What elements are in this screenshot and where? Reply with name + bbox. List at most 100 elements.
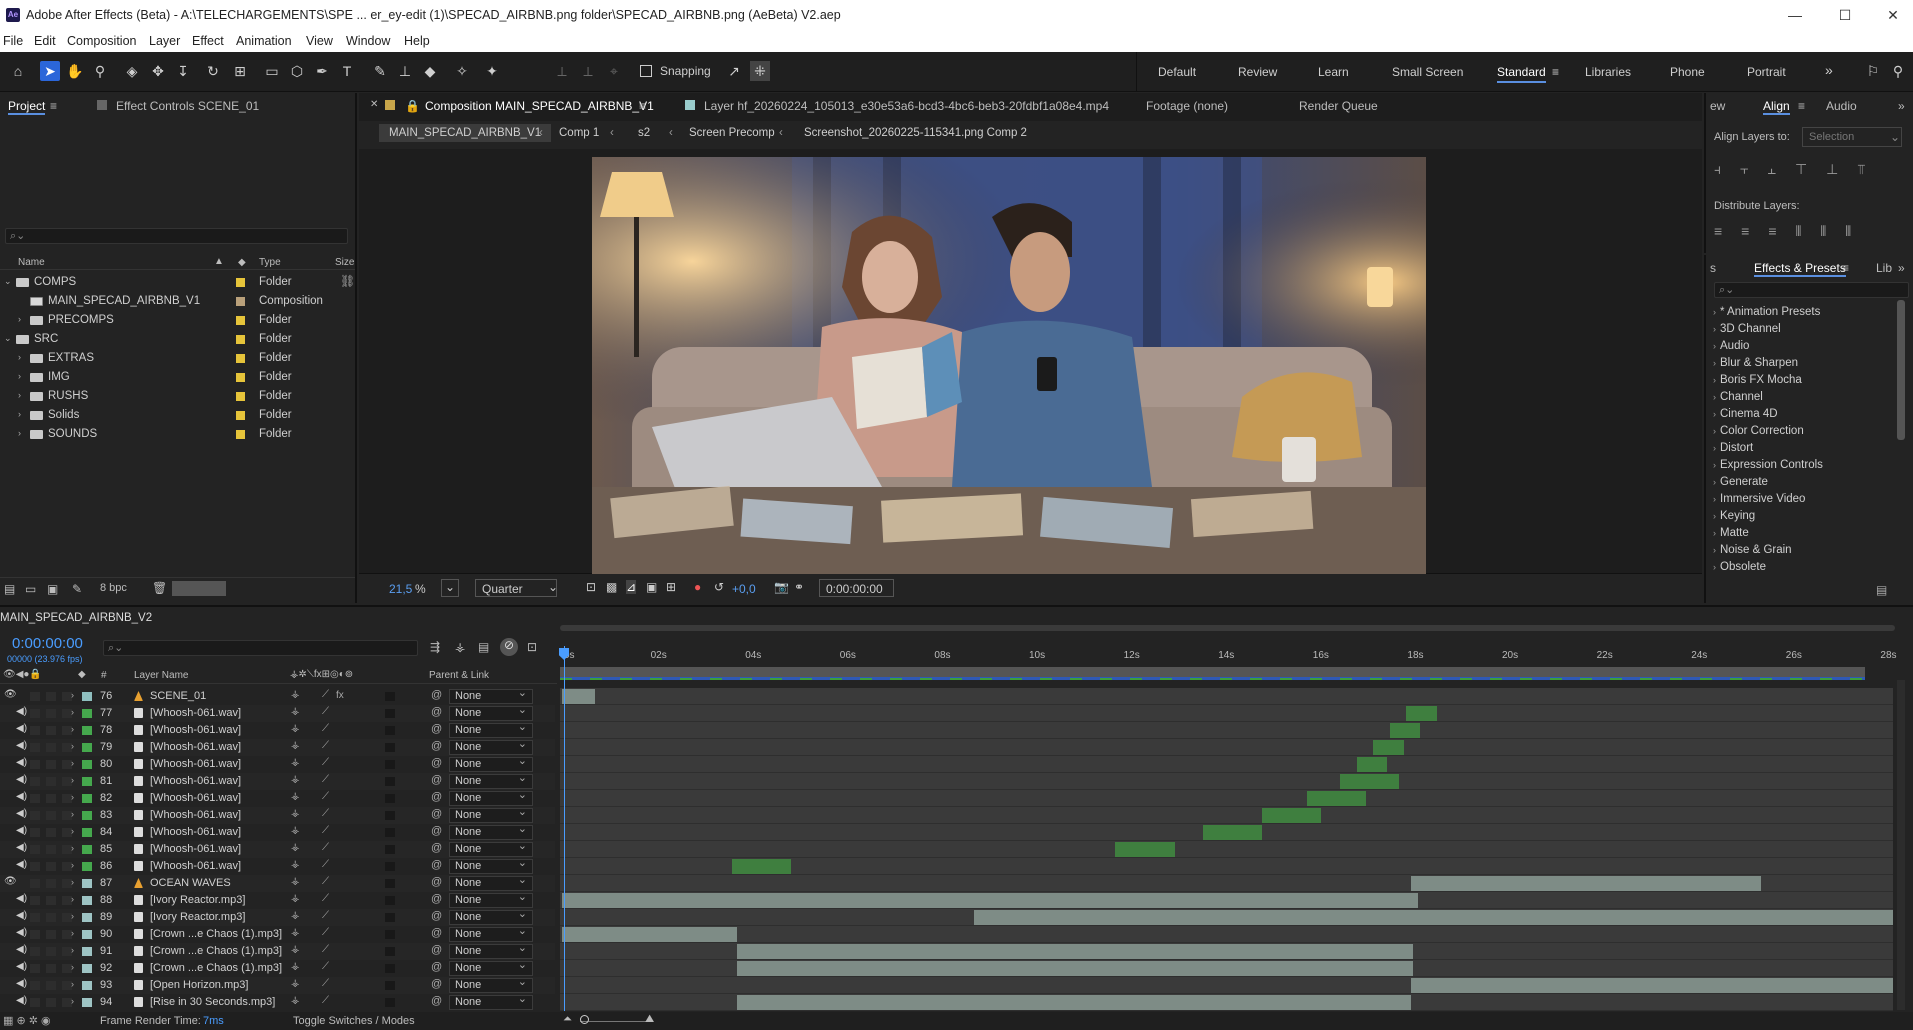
workspace-small-screen[interactable]: Small Screen bbox=[1392, 65, 1463, 79]
quality-switch-icon[interactable]: ⟋ bbox=[322, 774, 329, 785]
layer-name[interactable]: [Ivory Reactor.mp3] bbox=[150, 911, 245, 923]
pick-whip-icon[interactable]: @ bbox=[431, 859, 442, 871]
pick-whip-icon[interactable]: @ bbox=[431, 808, 442, 820]
collapsed-arrow-icon[interactable]: › bbox=[18, 409, 21, 419]
parent-select[interactable]: None bbox=[449, 908, 533, 925]
expanded-arrow-icon[interactable]: ⌄ bbox=[4, 276, 12, 287]
layer-expand-arrow-icon[interactable]: › bbox=[71, 775, 74, 785]
zoom-value[interactable]: 21,5 bbox=[389, 582, 412, 596]
label-color-swatch[interactable] bbox=[236, 354, 245, 363]
fx-switch[interactable]: fx bbox=[336, 690, 344, 701]
layer-switch[interactable] bbox=[30, 862, 40, 871]
col-layer-name[interactable]: Layer Name bbox=[134, 670, 188, 681]
project-item[interactable]: › RUSHS Folder bbox=[0, 387, 355, 406]
pick-whip-icon[interactable]: @ bbox=[431, 961, 442, 973]
layer-duration-bar[interactable] bbox=[1411, 978, 1893, 993]
tab-footage[interactable]: Footage (none) bbox=[1146, 99, 1228, 113]
layer-label-color[interactable] bbox=[82, 930, 92, 939]
comp-mini-flowchart-icon[interactable]: ⇶ bbox=[430, 640, 440, 654]
shy-switch-icon[interactable]: ⚶ bbox=[291, 876, 300, 887]
pick-whip-icon[interactable]: @ bbox=[431, 706, 442, 718]
parent-select[interactable]: None bbox=[449, 942, 533, 959]
layer-duration-bar[interactable] bbox=[1373, 740, 1404, 755]
layer-switch[interactable] bbox=[46, 998, 56, 1007]
visibility-eye-icon[interactable]: 👁 bbox=[4, 876, 17, 887]
tab-partial-2[interactable]: s bbox=[1710, 261, 1716, 275]
label-color-swatch[interactable] bbox=[236, 316, 245, 325]
zoom-in-icon[interactable]: ⛰ bbox=[645, 1013, 654, 1026]
trash-icon[interactable]: 🗑 bbox=[152, 581, 167, 595]
workspace-menu-icon[interactable]: ≡ bbox=[1552, 65, 1559, 79]
layer-switch[interactable] bbox=[30, 930, 40, 939]
shy-switch-icon[interactable]: ⚶ bbox=[291, 893, 300, 904]
workspace-review[interactable]: Review bbox=[1238, 65, 1277, 79]
layer-duration-bar[interactable] bbox=[562, 927, 737, 942]
layer-row[interactable]: 👁 › 76 SCENE_01 ⚶ ⟋ fx @ None bbox=[0, 687, 555, 705]
shy-switch-icon[interactable]: ⚶ bbox=[291, 808, 300, 819]
breadcrumb-comp1[interactable]: Comp 1 bbox=[559, 127, 599, 139]
layer-switch[interactable] bbox=[46, 726, 56, 735]
visibility-eye-icon[interactable]: 👁 bbox=[4, 689, 17, 700]
layer-duration-bar[interactable] bbox=[1411, 876, 1762, 891]
layer-track[interactable] bbox=[560, 773, 1893, 790]
resolution-select[interactable]: Quarter bbox=[475, 579, 557, 597]
layer-switch[interactable] bbox=[46, 811, 56, 820]
layer-switch[interactable] bbox=[46, 862, 56, 871]
layer-duration-bar[interactable] bbox=[737, 944, 1414, 959]
layer-track[interactable] bbox=[560, 977, 1893, 994]
quality-switch-icon[interactable]: ⟋ bbox=[322, 740, 329, 751]
layer-name[interactable]: SCENE_01 bbox=[150, 690, 206, 702]
project-item[interactable]: › IMG Folder bbox=[0, 368, 355, 387]
timeline-scrollbar[interactable] bbox=[1897, 680, 1905, 1010]
collapsed-arrow-icon[interactable]: › bbox=[18, 352, 21, 362]
audio-toggle-icon[interactable]: ◀) bbox=[16, 961, 27, 972]
audio-toggle-icon[interactable]: ◀) bbox=[16, 893, 27, 904]
quality-switch-icon[interactable]: ⟋ bbox=[322, 723, 329, 734]
axis-world-icon[interactable]: ⟂ bbox=[578, 61, 598, 81]
pick-whip-icon[interactable]: @ bbox=[431, 757, 442, 769]
layer-expand-arrow-icon[interactable]: › bbox=[71, 741, 74, 751]
layer-expand-arrow-icon[interactable]: › bbox=[71, 877, 74, 887]
pick-whip-icon[interactable]: @ bbox=[431, 774, 442, 786]
panel-more-icon[interactable]: » bbox=[1898, 99, 1905, 113]
effects-category[interactable]: › Expression Controls bbox=[1713, 459, 1823, 471]
audio-toggle-icon[interactable]: ◀) bbox=[16, 723, 27, 734]
layer-duration-bar[interactable] bbox=[562, 689, 595, 704]
layer-label-color[interactable] bbox=[82, 896, 92, 905]
project-item[interactable]: › SOUNDS Folder bbox=[0, 425, 355, 444]
layer-expand-arrow-icon[interactable]: › bbox=[71, 707, 74, 717]
project-item[interactable]: MAIN_SPECAD_AIRBNB_V1 Composition bbox=[0, 292, 355, 311]
layer-switch[interactable] bbox=[30, 743, 40, 752]
layer-switch[interactable] bbox=[46, 981, 56, 990]
label-color-swatch[interactable] bbox=[236, 278, 245, 287]
project-settings-icon[interactable]: ✎ bbox=[72, 582, 82, 596]
layer-switch[interactable] bbox=[46, 879, 56, 888]
align-menu-icon[interactable]: ≡ bbox=[1798, 99, 1805, 113]
track-matte-switch[interactable] bbox=[385, 777, 395, 786]
pick-whip-icon[interactable]: @ bbox=[431, 791, 442, 803]
audio-toggle-icon[interactable]: ◀) bbox=[16, 791, 27, 802]
pick-whip-icon[interactable]: @ bbox=[431, 910, 442, 922]
interpret-footage-icon[interactable]: ▤ bbox=[4, 582, 15, 596]
effects-category[interactable]: › Noise & Grain bbox=[1713, 544, 1792, 556]
label-color-swatch[interactable] bbox=[236, 297, 245, 306]
pick-whip-icon[interactable]: @ bbox=[431, 723, 442, 735]
track-matte-switch[interactable] bbox=[385, 998, 395, 1007]
layer-label-color[interactable] bbox=[82, 794, 92, 803]
transparency-grid-icon[interactable]: ▩ bbox=[606, 580, 617, 594]
layer-switch[interactable] bbox=[30, 726, 40, 735]
layer-switch[interactable] bbox=[46, 828, 56, 837]
layer-name[interactable]: [Whoosh-061.wav] bbox=[150, 826, 241, 838]
pick-whip-icon[interactable]: @ bbox=[431, 689, 442, 701]
layer-track[interactable] bbox=[560, 926, 1893, 943]
parent-select[interactable]: None bbox=[449, 738, 533, 755]
shy-switch-icon[interactable]: ⚶ bbox=[291, 927, 300, 938]
layer-track[interactable] bbox=[560, 824, 1893, 841]
parent-select[interactable]: None bbox=[449, 891, 533, 908]
pick-whip-icon[interactable]: @ bbox=[431, 825, 442, 837]
tab-project[interactable]: Project bbox=[8, 99, 46, 115]
pick-whip-icon[interactable]: @ bbox=[431, 893, 442, 905]
layer-row[interactable]: ◀) › 84 [Whoosh-061.wav] ⚶ ⟋ @ None bbox=[0, 823, 555, 841]
rectangle-tool-icon[interactable]: ▭ bbox=[262, 61, 282, 81]
comp-timecode[interactable]: 0:00:00:00 bbox=[819, 579, 894, 597]
